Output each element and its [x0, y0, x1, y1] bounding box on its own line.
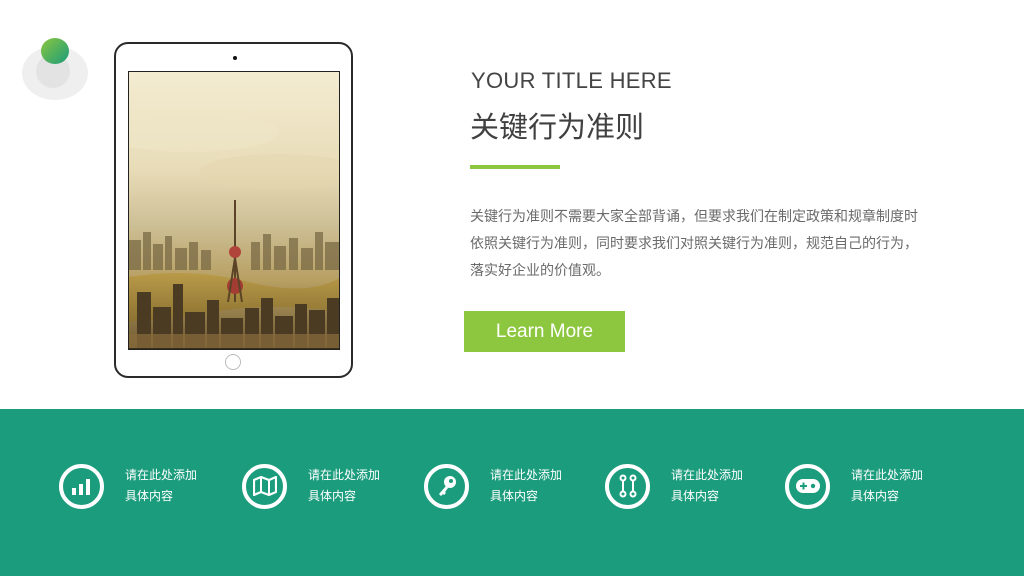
green-circle-logo — [41, 38, 69, 64]
feature-icon-circle — [59, 463, 104, 509]
tablet-frame — [114, 42, 353, 378]
feature-icon-circle — [424, 463, 469, 509]
key-icon — [438, 476, 456, 496]
title-english: YOUR TITLE HERE — [471, 68, 672, 93]
feature-item[interactable]: 请在此处添加 具体内容 — [424, 462, 562, 510]
feature-line-1: 请在此处添加 — [490, 468, 563, 482]
feature-item[interactable]: 请在此处添加 具体内容 — [59, 462, 197, 510]
tablet-screen — [128, 71, 340, 350]
feature-line-1: 请在此处添加 — [308, 468, 381, 482]
tablet-home-button — [225, 354, 241, 370]
bar-chart-icon — [71, 479, 90, 495]
feature-line-1: 请在此处添加 — [125, 468, 198, 482]
connector-icon — [619, 474, 636, 498]
feature-line-2: 具体内容 — [671, 489, 720, 503]
learn-more-button[interactable]: Learn More — [464, 311, 625, 352]
feature-line-2: 具体内容 — [851, 489, 900, 503]
feature-item[interactable]: 请在此处添加 具体内容 — [785, 462, 923, 510]
feature-line-2: 具体内容 — [490, 489, 539, 503]
feature-line-2: 具体内容 — [125, 489, 174, 503]
tablet-camera — [233, 56, 237, 60]
map-icon — [252, 476, 277, 496]
feature-icon-circle — [605, 463, 650, 509]
gamepad-icon — [795, 479, 820, 493]
description-text: 关键行为准则不需要大家全部背诵，但要求我们在制定政策和规章制度时依照关键行为准则… — [470, 209, 918, 279]
title-chinese: 关键行为准则 — [470, 110, 645, 144]
feature-item[interactable]: 请在此处添加 具体内容 — [605, 462, 743, 510]
feature-line-2: 具体内容 — [308, 489, 357, 503]
feature-icon-circle — [242, 463, 287, 509]
feature-line-1: 请在此处添加 — [671, 468, 744, 482]
feature-item[interactable]: 请在此处添加 具体内容 — [242, 462, 380, 510]
title-underline — [470, 165, 560, 169]
city-skyline-photo — [129, 72, 339, 349]
feature-icon-circle — [785, 463, 830, 509]
feature-line-1: 请在此处添加 — [851, 468, 924, 482]
logo — [22, 38, 88, 100]
